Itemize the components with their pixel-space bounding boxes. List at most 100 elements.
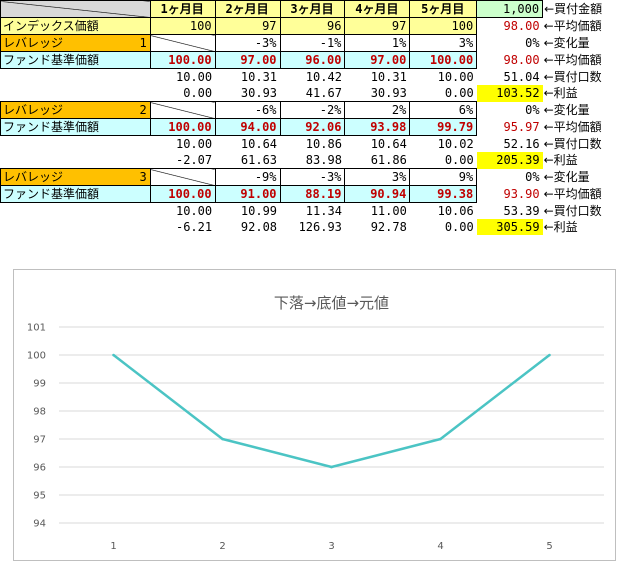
blank-cell[interactable]	[1, 203, 151, 220]
change-total-cell[interactable]: 0%	[477, 169, 543, 186]
blank-cell[interactable]	[1, 85, 151, 102]
index-value-cell[interactable]: 100	[409, 17, 478, 35]
change-empty-cell[interactable]	[149, 168, 216, 186]
index-label[interactable]: インデックス価額	[0, 17, 151, 35]
units-cell[interactable]: 10.00	[150, 69, 215, 86]
units-cell[interactable]: 10.00	[410, 69, 477, 86]
units-cell[interactable]: 10.31	[215, 69, 280, 86]
change-total-cell[interactable]: 0%	[477, 35, 543, 52]
change-cell[interactable]: 2%	[344, 101, 411, 119]
units-cell[interactable]: 10.64	[215, 136, 280, 153]
month-header[interactable]: 4ヶ月目	[344, 0, 411, 18]
change-cell[interactable]: -3%	[214, 34, 281, 52]
corner-cell[interactable]	[0, 0, 151, 18]
profit-cell[interactable]: 83.98	[280, 152, 345, 169]
units-cell[interactable]: 10.99	[215, 203, 280, 220]
fund-value-cell[interactable]: 91.00	[214, 185, 281, 203]
units-cell[interactable]: 10.86	[280, 136, 345, 153]
fund-value-cell[interactable]: 99.79	[409, 118, 478, 136]
profit-cell[interactable]: 0.00	[410, 152, 477, 169]
profit-cell[interactable]: 0.00	[150, 85, 215, 102]
fund-label[interactable]: ファンド基準価額	[0, 118, 151, 136]
units-cell[interactable]: 10.06	[410, 203, 477, 220]
fund-value-cell[interactable]: 92.06	[279, 118, 346, 136]
profit-cell[interactable]: 30.93	[345, 85, 410, 102]
fund-label[interactable]: ファンド基準価額	[0, 51, 151, 69]
change-cell[interactable]: -6%	[214, 101, 281, 119]
profit-cell[interactable]: 41.67	[280, 85, 345, 102]
blank-cell[interactable]	[1, 136, 151, 153]
profit-cell[interactable]: 0.00	[410, 219, 477, 235]
units-total-cell[interactable]: 51.04	[477, 69, 543, 86]
profit-total-cell[interactable]: 205.39	[476, 152, 543, 169]
profit-cell[interactable]: 30.93	[215, 85, 280, 102]
change-cell[interactable]: -2%	[279, 101, 346, 119]
fund-label[interactable]: ファンド基準価額	[0, 185, 151, 203]
fund-value-cell[interactable]: 94.00	[214, 118, 281, 136]
profit-total-cell[interactable]: 103.52	[476, 85, 543, 102]
units-cell[interactable]: 11.00	[345, 203, 410, 220]
profit-cell[interactable]: 0.00	[410, 85, 477, 102]
change-empty-cell[interactable]	[149, 34, 216, 52]
index-avg-cell[interactable]: 98.00	[477, 18, 543, 35]
units-cell[interactable]: 10.02	[410, 136, 477, 153]
change-cell[interactable]: -3%	[279, 168, 346, 186]
fund-value-cell[interactable]: 99.38	[409, 185, 478, 203]
fund-avg-cell[interactable]: 95.97	[477, 119, 543, 136]
fund-value-cell[interactable]: 100.00	[149, 51, 216, 69]
line-chart[interactable]: 下落→底値→元値 94 95 96 97 98 99 100 101 1 2 3 4 5	[13, 269, 616, 561]
change-cell[interactable]: 1%	[344, 34, 411, 52]
index-value-cell[interactable]: 97	[214, 17, 281, 35]
units-cell[interactable]: 10.00	[150, 136, 215, 153]
units-cell[interactable]: 10.31	[345, 69, 410, 86]
units-cell[interactable]: 10.00	[150, 203, 215, 220]
profit-cell[interactable]: 126.93	[280, 219, 345, 235]
blank-cell[interactable]	[1, 219, 151, 235]
leverage-level: 1	[139, 36, 147, 50]
purchase-amount-cell[interactable]: 1,000	[476, 0, 544, 18]
blank-cell[interactable]	[1, 152, 151, 169]
change-empty-cell[interactable]	[149, 101, 216, 119]
index-value-cell[interactable]: 97	[344, 17, 411, 35]
profit-cell[interactable]: 92.08	[215, 219, 280, 235]
index-value-cell[interactable]: 100	[149, 17, 216, 35]
profit-cell[interactable]: -6.21	[150, 219, 215, 235]
units-cell[interactable]: 10.42	[280, 69, 345, 86]
change-cell[interactable]: -1%	[279, 34, 346, 52]
units-total-cell[interactable]: 52.16	[477, 136, 543, 153]
profit-total-cell[interactable]: 305.59	[476, 219, 543, 235]
month-header[interactable]: 3ヶ月目	[279, 0, 346, 18]
profit-cell[interactable]: 92.78	[345, 219, 410, 235]
month-header[interactable]: 5ヶ月目	[409, 0, 478, 18]
fund-value-cell[interactable]: 97.00	[344, 51, 411, 69]
units-cell[interactable]: 10.64	[345, 136, 410, 153]
month-header[interactable]: 1ヶ月目	[149, 0, 216, 18]
change-cell[interactable]: 3%	[409, 34, 478, 52]
profit-cell[interactable]: -2.07	[150, 152, 215, 169]
fund-value-cell[interactable]: 100.00	[149, 118, 216, 136]
fund-avg-cell[interactable]: 98.00	[477, 52, 543, 69]
month-header[interactable]: 2ヶ月目	[214, 0, 281, 18]
blank-cell[interactable]	[1, 69, 151, 86]
change-cell[interactable]: 9%	[409, 168, 478, 186]
fund-avg-cell[interactable]: 93.90	[477, 186, 543, 203]
fund-value-cell[interactable]: 90.94	[344, 185, 411, 203]
change-cell[interactable]: -9%	[214, 168, 281, 186]
fund-value-cell[interactable]: 100.00	[409, 51, 478, 69]
fund-value-cell[interactable]: 93.98	[344, 118, 411, 136]
units-cell[interactable]: 11.34	[280, 203, 345, 220]
profit-cell[interactable]: 61.86	[345, 152, 410, 169]
leverage-label-cell[interactable]: レバレッジ 2	[0, 101, 151, 119]
profit-cell[interactable]: 61.63	[215, 152, 280, 169]
fund-value-cell[interactable]: 97.00	[214, 51, 281, 69]
index-value-cell[interactable]: 96	[279, 17, 346, 35]
change-cell[interactable]: 3%	[344, 168, 411, 186]
leverage-label-cell[interactable]: レバレッジ 3	[0, 168, 151, 186]
fund-value-cell[interactable]: 88.19	[279, 185, 346, 203]
change-cell[interactable]: 6%	[409, 101, 478, 119]
change-total-cell[interactable]: 0%	[477, 102, 543, 119]
units-total-cell[interactable]: 53.39	[477, 203, 543, 220]
fund-value-cell[interactable]: 96.00	[279, 51, 346, 69]
fund-value-cell[interactable]: 100.00	[149, 185, 216, 203]
leverage-label-cell[interactable]: レバレッジ 1	[0, 34, 151, 52]
